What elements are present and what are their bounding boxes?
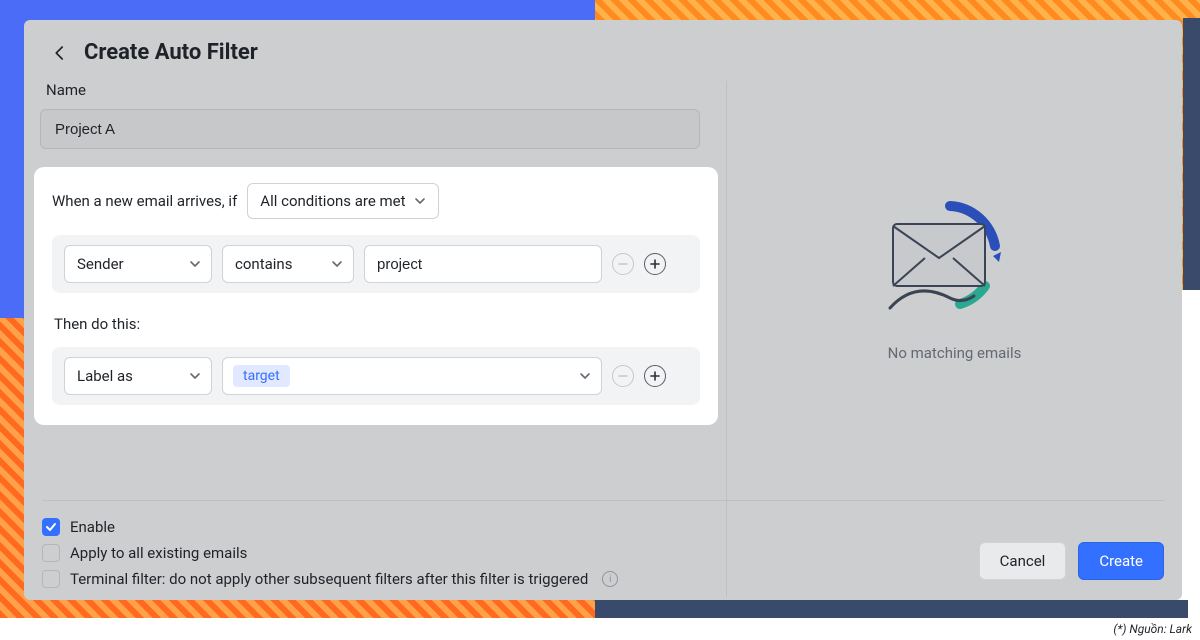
minus-icon — [617, 370, 629, 382]
name-input[interactable] — [40, 109, 700, 149]
chevron-down-icon — [414, 195, 426, 207]
back-button[interactable] — [48, 41, 72, 65]
minus-icon — [617, 258, 629, 270]
conditions-card: When a new email arrives, if All conditi… — [34, 167, 718, 425]
source-note: (*) Nguồn: Lark — [1113, 622, 1192, 636]
terminal-label: Terminal filter: do not apply other subs… — [70, 570, 588, 588]
condition-field-select[interactable]: Sender — [64, 245, 212, 283]
dialog-header: Create Auto Filter — [24, 20, 1182, 81]
enable-checkbox[interactable] — [42, 518, 60, 536]
match-mode-dropdown[interactable]: All conditions are met — [247, 183, 438, 219]
enable-label: Enable — [70, 518, 115, 536]
plus-icon — [649, 258, 661, 270]
condition-operator-select[interactable]: contains — [222, 245, 354, 283]
create-auto-filter-dialog: Create Auto Filter Name When a new email… — [24, 20, 1182, 600]
remove-condition-button[interactable] — [612, 253, 634, 275]
action-row: Label as target — [52, 347, 700, 405]
match-mode-label: All conditions are met — [260, 192, 405, 210]
cancel-button[interactable]: Cancel — [979, 542, 1067, 580]
apply-existing-checkbox[interactable] — [42, 544, 60, 562]
chevron-down-icon — [579, 370, 591, 382]
apply-existing-label: Apply to all existing emails — [70, 544, 247, 562]
chevron-left-icon — [51, 44, 69, 62]
chevron-down-icon — [331, 258, 343, 270]
create-button[interactable]: Create — [1078, 542, 1164, 580]
footer-divider — [42, 500, 1164, 501]
dialog-title: Create Auto Filter — [84, 40, 258, 65]
label-tag: target — [233, 365, 290, 387]
condition-value-input[interactable] — [364, 245, 602, 283]
add-action-button[interactable] — [644, 365, 666, 387]
action-type-select[interactable]: Label as — [64, 357, 212, 395]
empty-illustration — [875, 196, 1035, 326]
preview-empty-text: No matching emails — [888, 344, 1022, 362]
conditions-intro: When a new email arrives, if — [52, 192, 237, 210]
condition-row: Sender contains — [52, 235, 700, 293]
remove-action-button[interactable] — [612, 365, 634, 387]
chevron-down-icon — [189, 258, 201, 270]
name-label: Name — [46, 81, 710, 99]
terminal-checkbox[interactable] — [42, 570, 60, 588]
actions-intro: Then do this: — [54, 315, 700, 333]
add-condition-button[interactable] — [644, 253, 666, 275]
action-value-select[interactable]: target — [222, 357, 602, 395]
check-icon — [45, 521, 57, 533]
info-icon[interactable]: i — [602, 571, 618, 587]
dialog-footer: Enable Apply to all existing emails Term… — [42, 518, 1164, 588]
chevron-down-icon — [189, 370, 201, 382]
plus-icon — [649, 370, 661, 382]
